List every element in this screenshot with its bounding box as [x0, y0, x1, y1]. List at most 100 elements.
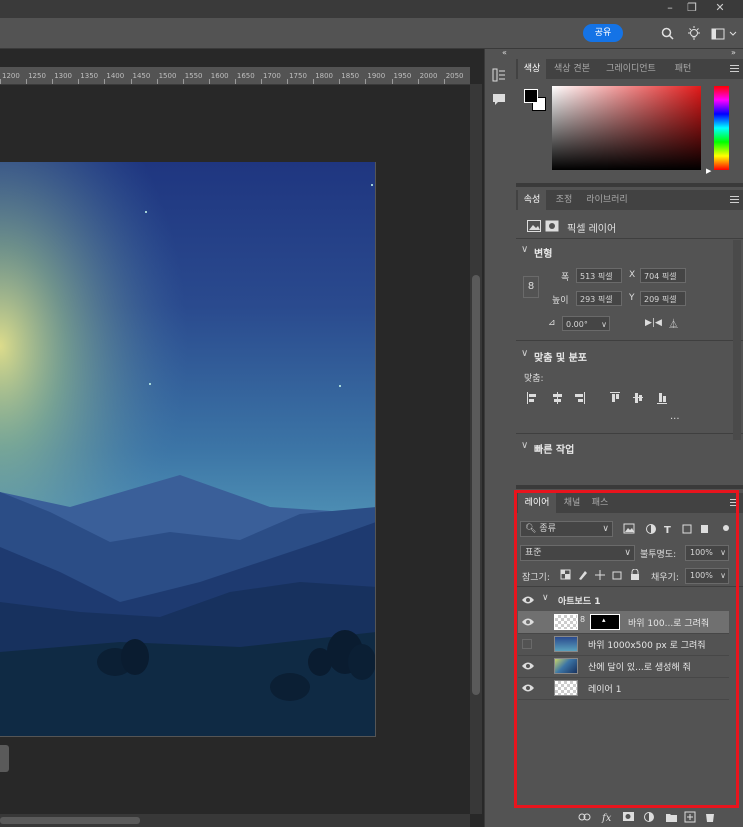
- color-panel-menu-icon[interactable]: [730, 63, 739, 72]
- layer-row[interactable]: 산에 달이 있...로 생성해 줘: [518, 655, 729, 678]
- chevron-down-icon[interactable]: ∨: [542, 593, 549, 603]
- collapse-right-icon[interactable]: »: [731, 48, 736, 57]
- restore-icon[interactable]: ❐: [681, 0, 703, 16]
- align-toggle-icon[interactable]: ∨: [521, 348, 528, 359]
- y-label: Y: [629, 293, 635, 303]
- more-options-icon[interactable]: ···: [670, 414, 680, 425]
- ruler-tick-label: 1850: [341, 72, 360, 80]
- layers-panel-menu-icon[interactable]: [730, 497, 739, 506]
- angle-icon: ⊿: [548, 318, 556, 328]
- tab-channels[interactable]: 채널: [560, 493, 584, 513]
- quick-actions-toggle-icon[interactable]: ∨: [521, 440, 528, 451]
- angle-value: 0.00°: [566, 320, 588, 329]
- search-icon[interactable]: [661, 27, 675, 41]
- hue-slider-thumb-icon[interactable]: ▶: [706, 167, 711, 175]
- visibility-empty-box[interactable]: [522, 639, 532, 649]
- eye-icon[interactable]: [522, 683, 534, 693]
- hue-slider[interactable]: [714, 86, 729, 170]
- chevron-down-icon: ∨: [720, 548, 726, 557]
- properties-panel-menu-icon[interactable]: [730, 194, 739, 203]
- y-field[interactable]: 209 픽셀: [640, 291, 686, 306]
- lightbulb-icon[interactable]: [686, 25, 702, 41]
- layer-row[interactable]: 바위 1000x500 px 로 그려줘: [518, 633, 729, 656]
- ruler-tick-mark: [130, 79, 132, 84]
- layer-name: 산에 달이 있...로 생성해 줘: [588, 663, 691, 673]
- ruler-tick-label: 1400: [106, 72, 125, 80]
- flip-vertical-icon[interactable]: ⏅: [669, 317, 678, 330]
- x-field[interactable]: 704 픽셀: [640, 268, 686, 283]
- minimize-icon[interactable]: –: [659, 0, 681, 16]
- width-label: 폭: [561, 273, 570, 283]
- layer-filter-icons[interactable]: T: [623, 523, 733, 535]
- height-field[interactable]: 293 픽셀: [576, 291, 622, 306]
- eye-icon[interactable]: [522, 595, 534, 605]
- layer-name: 바위 1000x500 px 로 그려줘: [588, 641, 706, 651]
- layer-actions-icons[interactable]: fx: [578, 811, 736, 823]
- lock-options-icons[interactable]: [560, 569, 644, 581]
- color-field[interactable]: [552, 86, 701, 170]
- title-bar: – ❐ ✕: [0, 0, 743, 18]
- tab-color[interactable]: 색상: [518, 59, 546, 79]
- tab-adjustments[interactable]: 조정: [550, 190, 578, 210]
- tab-patterns[interactable]: 패턴: [668, 59, 698, 79]
- align-buttons-icon[interactable]: [527, 392, 672, 404]
- layers-bottom-bar: fx: [516, 808, 743, 827]
- blend-mode-dropdown[interactable]: 표준 ∨: [520, 545, 635, 561]
- link-dimensions-icon[interactable]: 8: [523, 276, 539, 298]
- collapse-left-icon[interactable]: «: [502, 48, 507, 57]
- layer-row[interactable]: 8 ▴ 바위 100...로 그려줘: [518, 611, 729, 634]
- ruler-tick-mark: [52, 79, 54, 84]
- history-icon[interactable]: [492, 68, 506, 82]
- flip-horizontal-icon[interactable]: ▶|◀: [645, 318, 662, 328]
- tab-libraries[interactable]: 라이브러리: [582, 190, 632, 210]
- layer-thumbnail: [554, 680, 578, 696]
- comment-icon[interactable]: [492, 92, 506, 106]
- foreground-color-swatch[interactable]: [524, 89, 538, 103]
- ruler-tick-label: 1350: [80, 72, 99, 80]
- tab-layers[interactable]: 레이어: [518, 493, 556, 513]
- horizontal-scroll-thumb[interactable]: [0, 817, 140, 824]
- eye-icon[interactable]: [522, 661, 534, 671]
- ruler-tick-label: 1750: [289, 72, 307, 80]
- pixel-layer-icon: [527, 220, 559, 232]
- tab-paths[interactable]: 패스: [588, 493, 612, 513]
- layer-row[interactable]: 레이어 1: [518, 677, 729, 700]
- quick-actions-title: 빠른 작업: [534, 445, 575, 456]
- share-button[interactable]: 공유: [583, 24, 623, 42]
- ruler-tick-mark: [287, 79, 289, 84]
- panel-separator: [516, 485, 743, 489]
- angle-field[interactable]: 0.00° ∨: [562, 316, 610, 331]
- opacity-field[interactable]: 100% ∨: [685, 545, 729, 561]
- layers-panel-tabbar: 레이어 채널 패스: [516, 493, 743, 513]
- properties-scrollbar[interactable]: [733, 240, 741, 440]
- layer-thumbnail: [554, 658, 578, 674]
- x-label: X: [629, 270, 636, 280]
- width-field[interactable]: 513 픽셀: [576, 268, 622, 283]
- artboard-group-row[interactable]: ∨ 아트보드 1: [518, 589, 729, 612]
- close-icon[interactable]: ✕: [709, 0, 731, 16]
- layer-kind-label: 픽셀 레이어: [567, 224, 617, 235]
- fill-field[interactable]: 100% ∨: [685, 568, 729, 584]
- eye-icon[interactable]: [522, 617, 534, 627]
- ruler-tick-mark: [78, 79, 80, 84]
- transform-toggle-icon[interactable]: ∨: [521, 244, 528, 255]
- workspace-icon[interactable]: [711, 28, 739, 40]
- layer-filter-dropdown[interactable]: 🔍︎ 종류 ∨: [520, 521, 613, 537]
- ruler-tick-label: 1700: [263, 72, 281, 80]
- ruler-tick-mark: [313, 79, 315, 84]
- vertical-scroll-thumb[interactable]: [472, 275, 480, 695]
- color-panel-tabbar: 색상 색상 견본 그레이디언트 패턴: [516, 59, 743, 79]
- artboard-canvas[interactable]: [0, 162, 376, 737]
- tab-properties[interactable]: 속성: [518, 190, 546, 210]
- ruler-tick-label: 1950: [393, 72, 412, 80]
- layer-name: 레이어 1: [588, 685, 622, 695]
- chevron-down-icon: ∨: [720, 571, 726, 580]
- chevron-down-icon: ∨: [601, 320, 607, 329]
- ruler-tick-label: 1300: [54, 72, 73, 80]
- mask-link-icon[interactable]: 8: [580, 615, 585, 624]
- layer-mask-thumbnail[interactable]: ▴: [590, 614, 620, 630]
- svg-text:fx: fx: [601, 813, 612, 823]
- ruler-tick-label: 1800: [315, 72, 334, 80]
- tab-gradients[interactable]: 그레이디언트: [600, 59, 662, 79]
- tab-swatches[interactable]: 색상 견본: [550, 59, 594, 79]
